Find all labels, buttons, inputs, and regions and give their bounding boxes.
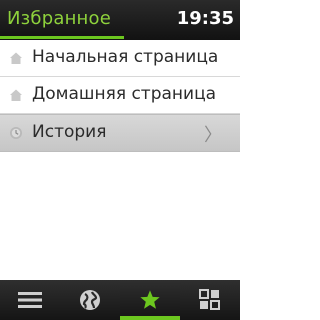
tab-menu[interactable] <box>0 280 60 320</box>
tab-web[interactable] <box>60 280 120 320</box>
list-item-label: Начальная страница <box>32 47 219 67</box>
title-underline <box>0 36 124 39</box>
list-item-home-page[interactable]: Домашняя страница <box>0 77 240 114</box>
list-item-label: Домашняя страница <box>32 84 217 104</box>
page-title: Избранное <box>7 8 112 29</box>
history-icon <box>10 127 22 139</box>
tab-apps[interactable] <box>180 280 240 320</box>
star-icon <box>140 290 160 309</box>
home-icon <box>10 52 22 64</box>
tab-favorites[interactable] <box>120 280 180 320</box>
list-item-start-page[interactable]: Начальная страница <box>0 40 240 77</box>
bookmarks-list: Начальная страница Домашняя страница Ист… <box>0 40 240 280</box>
clock: 19:35 <box>176 8 234 29</box>
list-item-label: История <box>32 122 107 142</box>
globe-icon <box>80 290 100 310</box>
list-item-history[interactable]: История 〉 <box>0 114 240 152</box>
status-title-bar: Избранное 19:35 <box>0 0 240 40</box>
apps-icon <box>199 289 220 310</box>
chevron-right-icon: 〉 <box>204 125 222 146</box>
menu-icon <box>18 292 42 308</box>
bottom-toolbar <box>0 280 240 320</box>
home-icon <box>10 89 22 101</box>
